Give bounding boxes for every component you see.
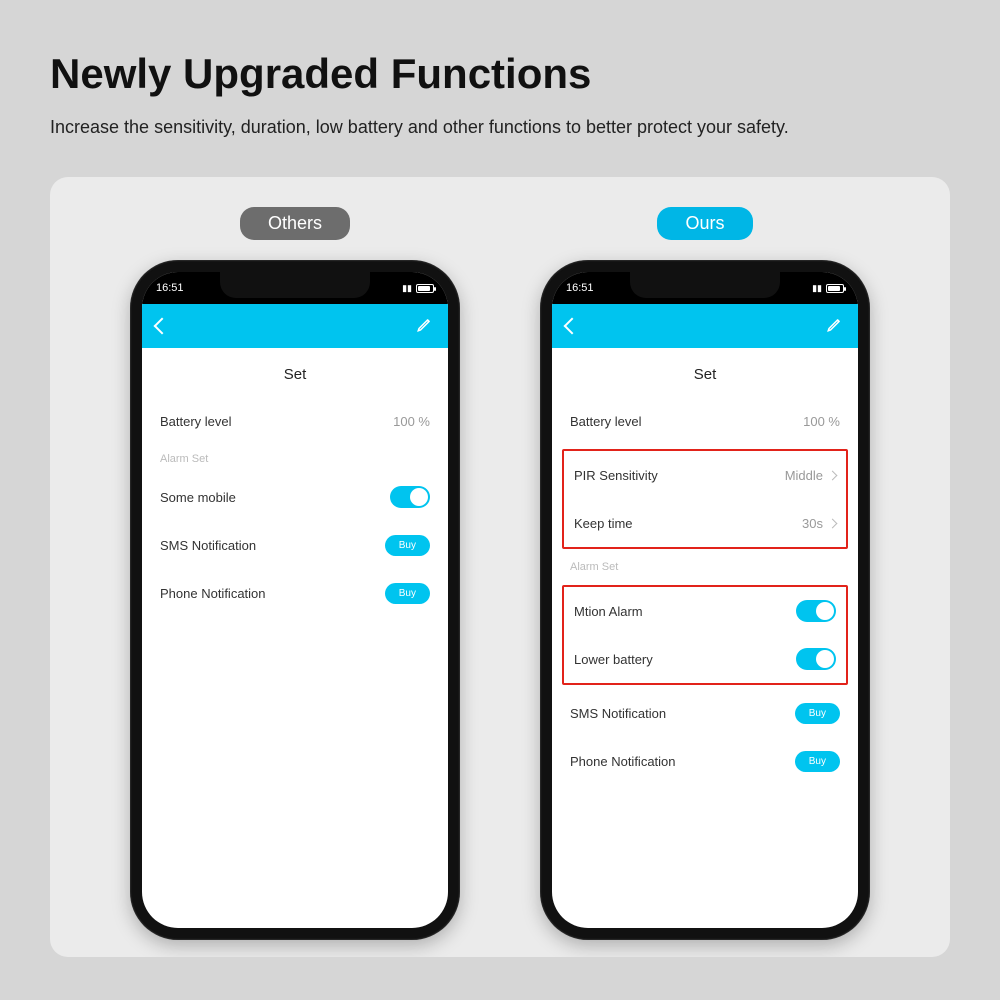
ours-phone-frame: 16:51 ▮▮ Set xyxy=(540,260,870,940)
sms-row: SMS Notification Buy xyxy=(570,689,840,737)
battery-row: Battery level 100 % xyxy=(160,397,430,445)
edit-icon[interactable] xyxy=(416,315,434,338)
motion-alarm-label: Mtion Alarm xyxy=(574,604,643,619)
battery-value: 100 % xyxy=(393,414,430,429)
sms-buy-button[interactable]: Buy xyxy=(795,703,840,724)
keep-time-row[interactable]: Keep time 30s xyxy=(574,499,836,547)
screen-title: Set xyxy=(142,348,448,397)
chevron-right-icon xyxy=(828,470,838,480)
lower-battery-label: Lower battery xyxy=(574,652,653,667)
some-mobile-label: Some mobile xyxy=(160,490,236,505)
chevron-right-icon xyxy=(828,518,838,528)
sms-label: SMS Notification xyxy=(570,706,666,721)
back-icon[interactable] xyxy=(154,318,171,335)
battery-label: Battery level xyxy=(570,414,642,429)
phone-notch xyxy=(630,272,780,298)
phone-notif-row: Phone Notification Buy xyxy=(570,737,840,785)
signal-icon: ▮▮ xyxy=(812,283,822,294)
phone-buy-button[interactable]: Buy xyxy=(795,751,840,772)
phone-buy-button[interactable]: Buy xyxy=(385,583,430,604)
alarm-set-group-label: Alarm Set xyxy=(570,553,840,581)
pir-value: Middle xyxy=(785,468,823,483)
battery-row: Battery level 100 % xyxy=(570,397,840,445)
highlight-box-alarms: Mtion Alarm Lower battery xyxy=(562,585,848,685)
screen-title: Set xyxy=(552,348,858,397)
others-badge: Others xyxy=(240,207,350,240)
status-time: 16:51 xyxy=(156,282,184,294)
sms-row: SMS Notification Buy xyxy=(160,521,430,569)
others-column: Others 16:51 ▮▮ xyxy=(130,207,460,940)
ours-column: Ours 16:51 ▮▮ xyxy=(540,207,870,940)
lower-battery-toggle[interactable] xyxy=(796,648,836,670)
phone-notif-label: Phone Notification xyxy=(570,754,676,769)
sms-buy-button[interactable]: Buy xyxy=(385,535,430,556)
lower-battery-row: Lower battery xyxy=(574,635,836,683)
pir-label: PIR Sensitivity xyxy=(574,468,658,483)
some-mobile-row: Some mobile xyxy=(160,473,430,521)
motion-alarm-row: Mtion Alarm xyxy=(574,587,836,635)
app-header xyxy=(552,304,858,348)
page-subtitle: Increase the sensitivity, duration, low … xyxy=(50,114,850,141)
ours-badge: Ours xyxy=(657,207,752,240)
phone-notch xyxy=(220,272,370,298)
phone-notif-row: Phone Notification Buy xyxy=(160,569,430,617)
page-title: Newly Upgraded Functions xyxy=(50,50,950,98)
signal-icon: ▮▮ xyxy=(402,283,412,294)
status-time: 16:51 xyxy=(566,282,594,294)
others-phone-frame: 16:51 ▮▮ Set xyxy=(130,260,460,940)
battery-icon xyxy=(826,284,844,293)
battery-icon xyxy=(416,284,434,293)
edit-icon[interactable] xyxy=(826,315,844,338)
app-header xyxy=(142,304,448,348)
alarm-set-group-label: Alarm Set xyxy=(160,445,430,473)
phone-notif-label: Phone Notification xyxy=(160,586,266,601)
battery-value: 100 % xyxy=(803,414,840,429)
sms-label: SMS Notification xyxy=(160,538,256,553)
comparison-panel: Others 16:51 ▮▮ xyxy=(50,177,950,957)
back-icon[interactable] xyxy=(564,318,581,335)
pir-row[interactable]: PIR Sensitivity Middle xyxy=(574,451,836,499)
motion-alarm-toggle[interactable] xyxy=(796,600,836,622)
some-mobile-toggle[interactable] xyxy=(390,486,430,508)
highlight-box-sensitivity: PIR Sensitivity Middle Keep time xyxy=(562,449,848,549)
keep-time-label: Keep time xyxy=(574,516,633,531)
keep-time-value: 30s xyxy=(802,516,823,531)
battery-label: Battery level xyxy=(160,414,232,429)
